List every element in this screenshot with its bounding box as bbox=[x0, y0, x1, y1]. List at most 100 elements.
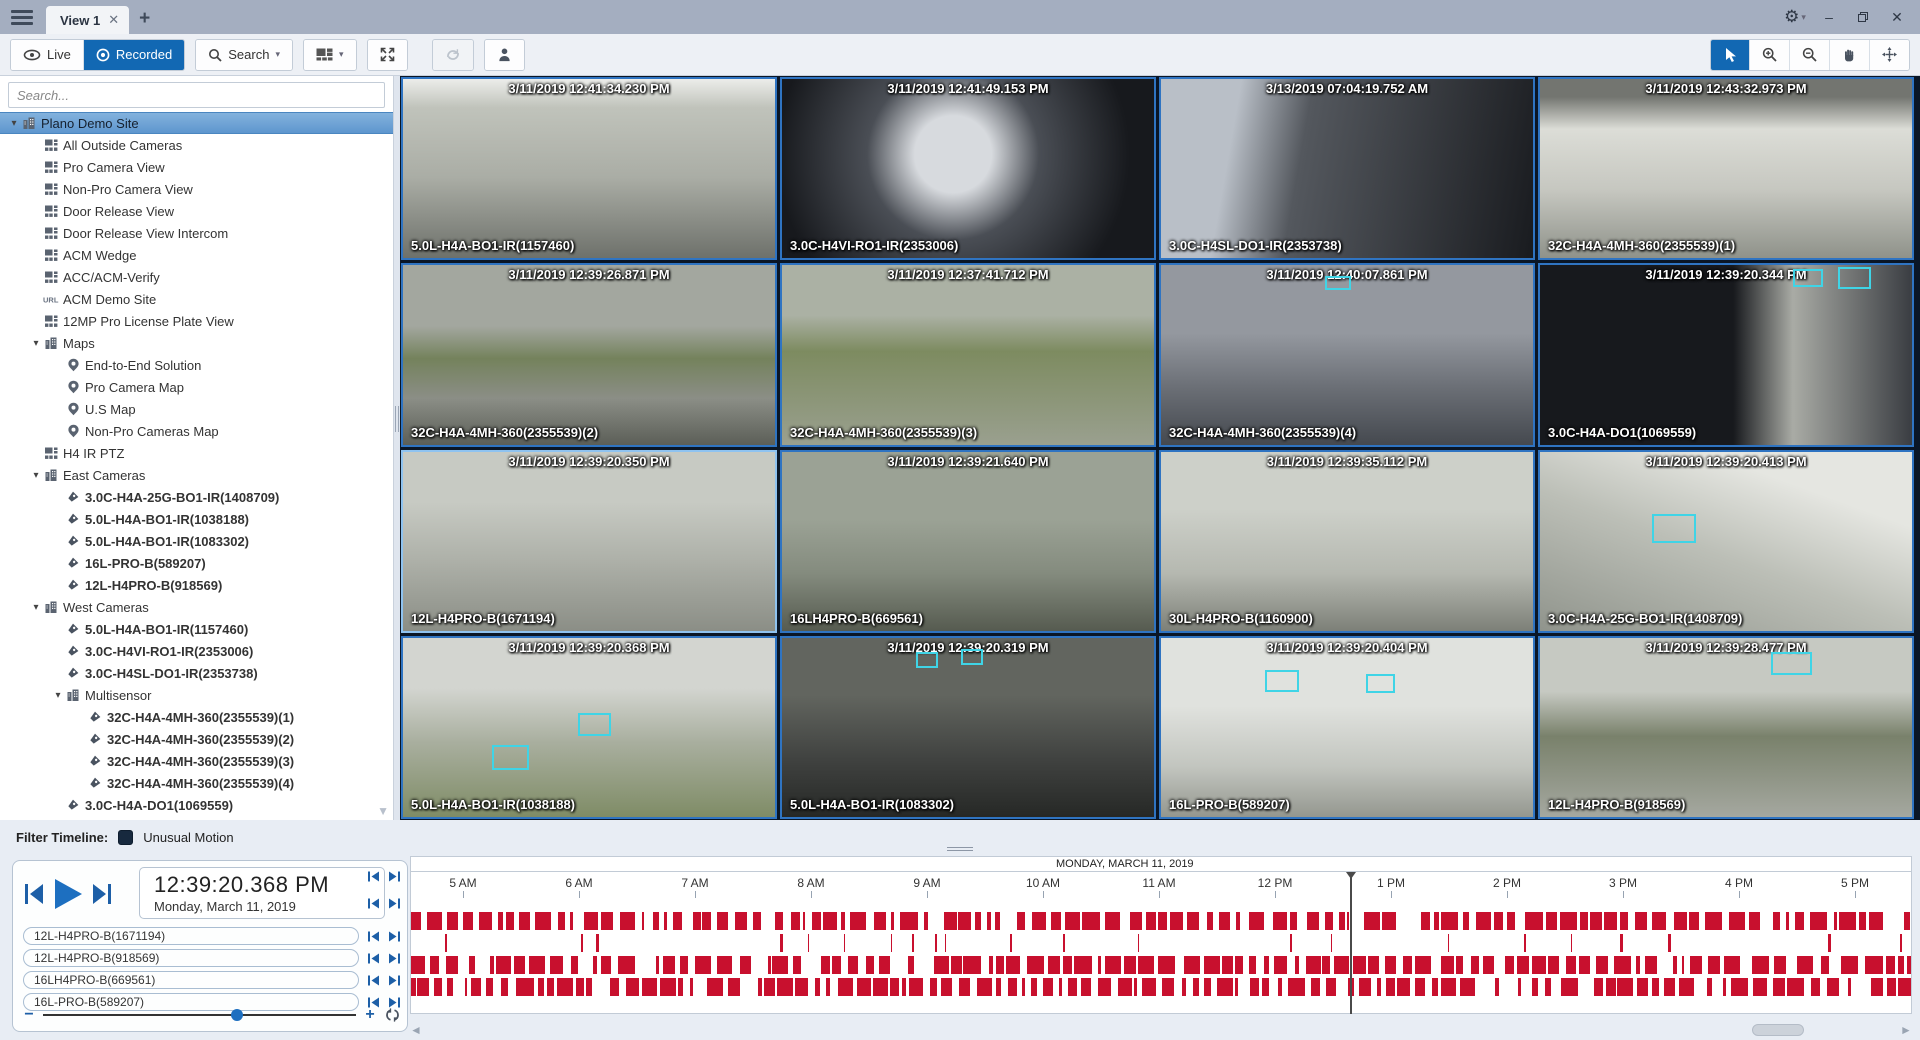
scrollbar-thumb[interactable] bbox=[1752, 1024, 1804, 1036]
tree-item[interactable]: 32C-H4A-4MH-360(2355539)(3) bbox=[0, 750, 393, 772]
tree-item[interactable]: 32C-H4A-4MH-360(2355539)(2) bbox=[0, 728, 393, 750]
unusual-motion-checkbox[interactable] bbox=[118, 830, 133, 845]
close-button[interactable]: ✕ bbox=[1882, 4, 1912, 30]
tree-item[interactable]: 32C-H4A-4MH-360(2355539)(4) bbox=[0, 772, 393, 794]
jump-previous-event-button[interactable] bbox=[367, 931, 380, 942]
tree-expand-caret-icon[interactable]: ▾ bbox=[52, 690, 64, 701]
live-button[interactable]: Live bbox=[11, 40, 84, 70]
minimize-button[interactable]: – bbox=[1814, 4, 1844, 30]
camera-tile[interactable]: 3/11/2019 12:39:35.112 PM30L-H4PRO-B(116… bbox=[1159, 450, 1535, 633]
add-tab-button[interactable]: + bbox=[129, 8, 160, 34]
settings-gear-button[interactable]: ⚙▾ bbox=[1780, 4, 1810, 30]
timeline-ruler-area[interactable]: MONDAY, MARCH 11, 2019 5 AM6 AM7 AM8 AM9… bbox=[410, 854, 1912, 1040]
tree-scroll-down-icon[interactable]: ▼ bbox=[377, 804, 389, 818]
zoom-in-tool-button[interactable] bbox=[1750, 40, 1790, 70]
jump-previous-event-button[interactable] bbox=[367, 953, 380, 964]
tree-item[interactable]: ▾West Cameras bbox=[0, 596, 393, 618]
jump-previous-event-button[interactable] bbox=[367, 975, 380, 986]
camera-tile[interactable]: 3/11/2019 12:39:20.404 PM16L-PRO-B(58920… bbox=[1159, 636, 1535, 819]
recorded-button[interactable]: Recorded bbox=[84, 40, 184, 70]
jump-next-event-button[interactable] bbox=[388, 931, 401, 942]
tree-item[interactable]: Non-Pro Cameras Map bbox=[0, 420, 393, 442]
timeline-panel-grip[interactable] bbox=[947, 845, 973, 853]
tree-item[interactable]: 16L-PRO-B(589207) bbox=[0, 552, 393, 574]
timeline-horizontal-scrollbar[interactable]: ◄ ► bbox=[410, 1022, 1912, 1038]
tab-view-1[interactable]: View 1 ✕ bbox=[46, 6, 129, 34]
zoom-slider-thumb[interactable] bbox=[231, 1009, 243, 1021]
tree-item[interactable]: Door Release View bbox=[0, 200, 393, 222]
jump-next-event-button[interactable] bbox=[388, 871, 401, 882]
camera-tile[interactable]: 3/11/2019 12:37:41.712 PM32C-H4A-4MH-360… bbox=[780, 263, 1156, 446]
main-menu-button[interactable] bbox=[0, 0, 44, 34]
timeline-zoom-slider[interactable] bbox=[43, 1014, 356, 1016]
jump-next-event-button[interactable] bbox=[388, 953, 401, 964]
pan-hand-tool-button[interactable] bbox=[1830, 40, 1870, 70]
camera-tile[interactable]: 3/11/2019 12:41:49.153 PM3.0C-H4VI-RO1-I… bbox=[780, 77, 1156, 260]
zoom-out-tool-button[interactable] bbox=[1790, 40, 1830, 70]
tree-item[interactable]: ▾Maps bbox=[0, 332, 393, 354]
camera-tile[interactable]: 3/11/2019 12:39:20.344 PM3.0C-H4A-DO1(10… bbox=[1538, 263, 1914, 446]
sidebar-splitter[interactable] bbox=[394, 76, 400, 820]
camera-tile[interactable]: 3/11/2019 12:39:28.477 PM12L-H4PRO-B(918… bbox=[1538, 636, 1914, 819]
timeline-zoom-in-button[interactable]: + bbox=[362, 1006, 378, 1024]
jump-previous-event-button[interactable] bbox=[367, 898, 380, 909]
tab-close-icon[interactable]: ✕ bbox=[108, 12, 119, 28]
jump-next-event-button[interactable] bbox=[388, 898, 401, 909]
tree-item[interactable]: ACC/ACM-Verify bbox=[0, 266, 393, 288]
camera-tile[interactable]: 3/11/2019 12:39:20.368 PM5.0L-H4A-BO1-IR… bbox=[401, 636, 777, 819]
tree-expand-caret-icon[interactable]: ▾ bbox=[30, 470, 42, 481]
layout-button[interactable]: ▾ bbox=[304, 40, 356, 70]
sidebar-search-input[interactable] bbox=[8, 82, 385, 108]
tree-item[interactable]: 3.0C-H4VI-RO1-IR(2353006) bbox=[0, 640, 393, 662]
tree-item[interactable]: 3.0C-H4A-DO1(1069559) bbox=[0, 794, 393, 816]
tree-item[interactable]: End-to-End Solution bbox=[0, 354, 393, 376]
track-camera-label[interactable]: 12L-H4PRO-B(918569) bbox=[23, 949, 359, 967]
scroll-left-arrow-icon[interactable]: ◄ bbox=[410, 1023, 422, 1037]
jump-next-event-button[interactable] bbox=[388, 975, 401, 986]
camera-tile[interactable]: 3/11/2019 12:39:20.319 PM5.0L-H4A-BO1-IR… bbox=[780, 636, 1156, 819]
timeline-playhead[interactable] bbox=[1350, 872, 1352, 1014]
timeline-tracks[interactable] bbox=[410, 898, 1912, 1014]
pan-move-tool-button[interactable] bbox=[1870, 40, 1909, 70]
tree-item[interactable]: 12MP Pro License Plate View bbox=[0, 310, 393, 332]
track-camera-label[interactable]: 16LH4PRO-B(669561) bbox=[23, 971, 359, 989]
track-activity-row[interactable] bbox=[411, 978, 1911, 996]
tree-item[interactable]: ▾East Cameras bbox=[0, 464, 393, 486]
tree-item[interactable]: ▾Plano Demo Site bbox=[0, 112, 393, 134]
track-camera-label[interactable]: 12L-H4PRO-B(1671194) bbox=[23, 927, 359, 945]
tree-item[interactable]: U.S Map bbox=[0, 398, 393, 420]
tree-item[interactable]: 32C-H4A-4MH-360(2355539)(1) bbox=[0, 706, 393, 728]
camera-tile[interactable]: 3/13/2019 07:04:19.752 AM3.0C-H4SL-DO1-I… bbox=[1159, 77, 1535, 260]
tree-item[interactable]: 3.0C-H4SL-DO1-IR(2353738) bbox=[0, 662, 393, 684]
tree-item[interactable]: Pro Camera View bbox=[0, 156, 393, 178]
select-tool-button[interactable] bbox=[1711, 40, 1750, 70]
track-activity-row[interactable] bbox=[411, 934, 1911, 952]
next-frame-button[interactable] bbox=[91, 881, 113, 907]
search-button[interactable]: Search ▾ bbox=[196, 40, 292, 70]
tree-item[interactable]: 5.0L-H4A-BO1-IR(1157460) bbox=[0, 618, 393, 640]
tree-expand-caret-icon[interactable]: ▾ bbox=[30, 602, 42, 613]
tree-item[interactable]: Non-Pro Camera View bbox=[0, 178, 393, 200]
tree-item[interactable]: All Outside Cameras bbox=[0, 134, 393, 156]
tree-item[interactable]: H4 IR PTZ bbox=[0, 442, 393, 464]
timeline-hours-ruler[interactable]: 5 AM6 AM7 AM8 AM9 AM10 AM11 AM12 PM1 PM2… bbox=[410, 872, 1912, 898]
camera-tile[interactable]: 3/11/2019 12:40:07.861 PM32C-H4A-4MH-360… bbox=[1159, 263, 1535, 446]
camera-tile[interactable]: 3/11/2019 12:39:21.640 PM16LH4PRO-B(6695… bbox=[780, 450, 1156, 633]
tree-item[interactable]: URLACM Demo Site bbox=[0, 288, 393, 310]
camera-tile[interactable]: 3/11/2019 12:39:26.871 PM32C-H4A-4MH-360… bbox=[401, 263, 777, 446]
previous-frame-button[interactable] bbox=[23, 881, 45, 907]
tree-expand-caret-icon[interactable]: ▾ bbox=[8, 118, 20, 129]
camera-tile[interactable]: 3/11/2019 12:39:20.350 PM12L-H4PRO-B(167… bbox=[401, 450, 777, 633]
camera-tile[interactable]: 3/11/2019 12:43:32.973 PM32C-H4A-4MH-360… bbox=[1538, 77, 1914, 260]
play-button[interactable] bbox=[51, 877, 85, 911]
restore-button[interactable] bbox=[1848, 4, 1878, 30]
tree-item[interactable]: Door Release View Intercom bbox=[0, 222, 393, 244]
tree-item[interactable]: 5.0L-H4A-BO1-IR(1038188) bbox=[0, 508, 393, 530]
tree-item[interactable]: Pro Camera Map bbox=[0, 376, 393, 398]
tree-item[interactable]: 5.0L-H4A-BO1-IR(1083302) bbox=[0, 530, 393, 552]
track-activity-row[interactable] bbox=[411, 956, 1911, 974]
tree-item[interactable]: ▾Multisensor bbox=[0, 684, 393, 706]
tree-item[interactable]: ACM Wedge bbox=[0, 244, 393, 266]
camera-tile[interactable]: 3/11/2019 12:41:34.230 PM5.0L-H4A-BO1-IR… bbox=[401, 77, 777, 260]
tree-expand-caret-icon[interactable]: ▾ bbox=[30, 338, 42, 349]
